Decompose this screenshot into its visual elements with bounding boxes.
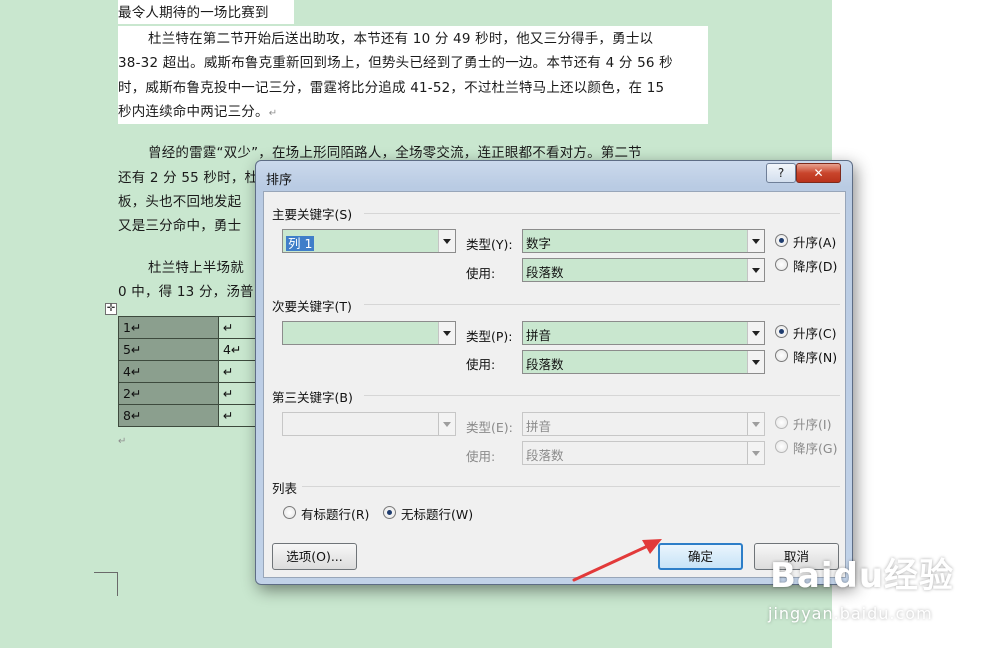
- secondary-asc-radio[interactable]: [775, 325, 788, 338]
- tertiary-type-value: 拼音: [526, 419, 552, 434]
- primary-column-value: 列 1: [286, 236, 315, 251]
- paragraph-mark: ↵: [268, 108, 278, 119]
- secondary-use-combo[interactable]: 段落数: [522, 350, 765, 374]
- tertiary-use-label: 使用:: [466, 449, 496, 464]
- tertiary-type-combo: 拼音: [522, 412, 765, 436]
- after-table-mark: ↵: [118, 436, 127, 447]
- table-cell[interactable]: 1↵: [118, 316, 219, 339]
- primary-type-combo[interactable]: 数字: [522, 229, 765, 253]
- table-cell[interactable]: 4↵: [118, 360, 219, 383]
- primary-key-title: 主要关键字(S): [272, 207, 353, 222]
- header-row-radio[interactable]: [283, 506, 296, 519]
- table-row: 1↵ ↵: [118, 316, 259, 339]
- paragraph1-line3: 时，威斯布鲁克投中一记三分，雷霆将比分追成 41-52，不过杜兰特马上还以颜色，…: [118, 80, 665, 96]
- tertiary-use-value: 段落数: [526, 448, 564, 463]
- tertiary-use-combo: 段落数: [522, 441, 765, 465]
- paragraph1-line1: 杜兰特在第二节开始后送出助攻，本节还有 10 分 49 秒时，他又三分得手，勇士…: [148, 31, 654, 47]
- paragraph3-line1: 杜兰特上半场就: [148, 260, 244, 276]
- chevron-down-icon[interactable]: [747, 259, 764, 281]
- no-header-row-radio[interactable]: [383, 506, 396, 519]
- table-row: 4↵ ↵: [118, 360, 259, 383]
- paragraph2-line4: 又是三分命中，勇士: [118, 218, 242, 234]
- secondary-use-value: 段落数: [526, 357, 564, 372]
- chevron-down-icon: [747, 442, 764, 464]
- secondary-key-title: 次要关键字(T): [272, 299, 352, 314]
- table-row: 2↵ ↵: [118, 382, 259, 405]
- table-cell[interactable]: ↵: [218, 316, 259, 339]
- secondary-type-combo[interactable]: 拼音: [522, 321, 765, 345]
- crop-mark: [117, 572, 118, 596]
- tertiary-key-title: 第三关键字(B): [272, 390, 353, 405]
- primary-type-label: 类型(Y):: [466, 237, 513, 252]
- secondary-asc-label[interactable]: 升序(C): [793, 323, 836, 342]
- table-cell[interactable]: 8↵: [118, 404, 219, 427]
- tertiary-asc-label: 升序(I): [793, 417, 832, 432]
- table-move-handle-icon[interactable]: ✛: [105, 303, 117, 315]
- primary-desc-radio[interactable]: [775, 258, 788, 271]
- primary-use-value: 段落数: [526, 265, 564, 280]
- baidu-watermark: Baidu经验 jingyan.baidu.com: [758, 548, 998, 648]
- chevron-down-icon[interactable]: [747, 230, 764, 252]
- paragraph1-line2: 38-32 超出。威斯布鲁克重新回到场上，但势头已经到了勇士的一边。本节还有 4…: [118, 55, 673, 71]
- secondary-type-value: 拼音: [526, 328, 552, 343]
- paragraph2-line2: 还有 2 分 55 秒时，杜: [118, 170, 259, 186]
- table-cell[interactable]: ↵: [218, 404, 259, 427]
- red-arrow-icon: [572, 539, 662, 582]
- tertiary-desc-label: 降序(G): [793, 441, 838, 456]
- tertiary-desc-radio: [775, 440, 788, 453]
- section-divider: [364, 213, 840, 214]
- secondary-use-label: 使用:: [466, 357, 496, 372]
- chevron-down-icon[interactable]: [438, 230, 455, 252]
- tertiary-asc-radio: [775, 416, 788, 429]
- section-divider: [364, 304, 840, 305]
- tertiary-type-label: 类型(E):: [466, 420, 513, 435]
- table-cell[interactable]: 4↵: [218, 338, 259, 361]
- no-header-row-label[interactable]: 无标题行(W): [401, 504, 473, 523]
- ok-button[interactable]: 确定: [658, 543, 743, 570]
- table-cell[interactable]: ↵: [218, 360, 259, 383]
- chevron-down-icon[interactable]: [438, 322, 455, 344]
- primary-use-combo[interactable]: 段落数: [522, 258, 765, 282]
- paragraph1-line4: 秒内连续命中两记三分。↵: [118, 103, 277, 123]
- watermark-brand: Baidu经验: [770, 556, 955, 596]
- list-title: 列表: [272, 481, 298, 496]
- watermark-url: jingyan.baidu.com: [768, 604, 933, 623]
- dialog-body: 主要关键字(S) 列 1 类型(Y): 数字 使用: 段落数 升序(A) 降序(…: [263, 191, 846, 578]
- table-cell[interactable]: 5↵: [118, 338, 219, 361]
- primary-asc-radio[interactable]: [775, 234, 788, 247]
- options-button[interactable]: 选项(O)...: [272, 543, 357, 570]
- paragraph2-line3: 板，头也不回地发起: [118, 194, 242, 210]
- chevron-down-icon[interactable]: [747, 322, 764, 344]
- doc-heading: 最令人期待的一场比赛到: [118, 5, 269, 21]
- section-divider: [302, 486, 840, 487]
- secondary-desc-label[interactable]: 降序(N): [793, 347, 837, 366]
- secondary-type-label: 类型(P):: [466, 329, 513, 344]
- document-table: 1↵ ↵ 5↵ 4↵ 4↵ ↵ 2↵ ↵ 8↵ ↵: [118, 316, 259, 427]
- table-row: 8↵ ↵: [118, 404, 259, 427]
- dialog-title: 排序: [266, 173, 293, 188]
- header-row-label[interactable]: 有标题行(R): [301, 504, 369, 523]
- secondary-desc-radio[interactable]: [775, 349, 788, 362]
- secondary-column-combo[interactable]: [282, 321, 456, 345]
- primary-column-combo[interactable]: 列 1: [282, 229, 456, 253]
- primary-use-label: 使用:: [466, 266, 496, 281]
- table-row: 5↵ 4↵: [118, 338, 259, 361]
- chevron-down-icon: [438, 413, 455, 435]
- primary-type-value: 数字: [526, 236, 552, 251]
- close-button[interactable]: ✕: [796, 163, 841, 183]
- sort-dialog: 排序 ? ✕ 主要关键字(S) 列 1 类型(Y): 数字 使用: 段落数 升序…: [255, 160, 853, 585]
- crop-mark: [94, 572, 118, 573]
- paragraph3-line2: 0 中，得 13 分，汤普: [118, 284, 254, 300]
- section-divider: [364, 395, 840, 396]
- table-cell[interactable]: 2↵: [118, 382, 219, 405]
- help-button[interactable]: ?: [766, 163, 796, 183]
- chevron-down-icon[interactable]: [747, 351, 764, 373]
- primary-asc-label[interactable]: 升序(A): [793, 232, 836, 251]
- table-cell[interactable]: ↵: [218, 382, 259, 405]
- primary-desc-label[interactable]: 降序(D): [793, 256, 837, 275]
- chevron-down-icon: [747, 413, 764, 435]
- paragraph1-line4-text: 秒内连续命中两记三分。: [118, 104, 269, 120]
- tertiary-column-combo: [282, 412, 456, 436]
